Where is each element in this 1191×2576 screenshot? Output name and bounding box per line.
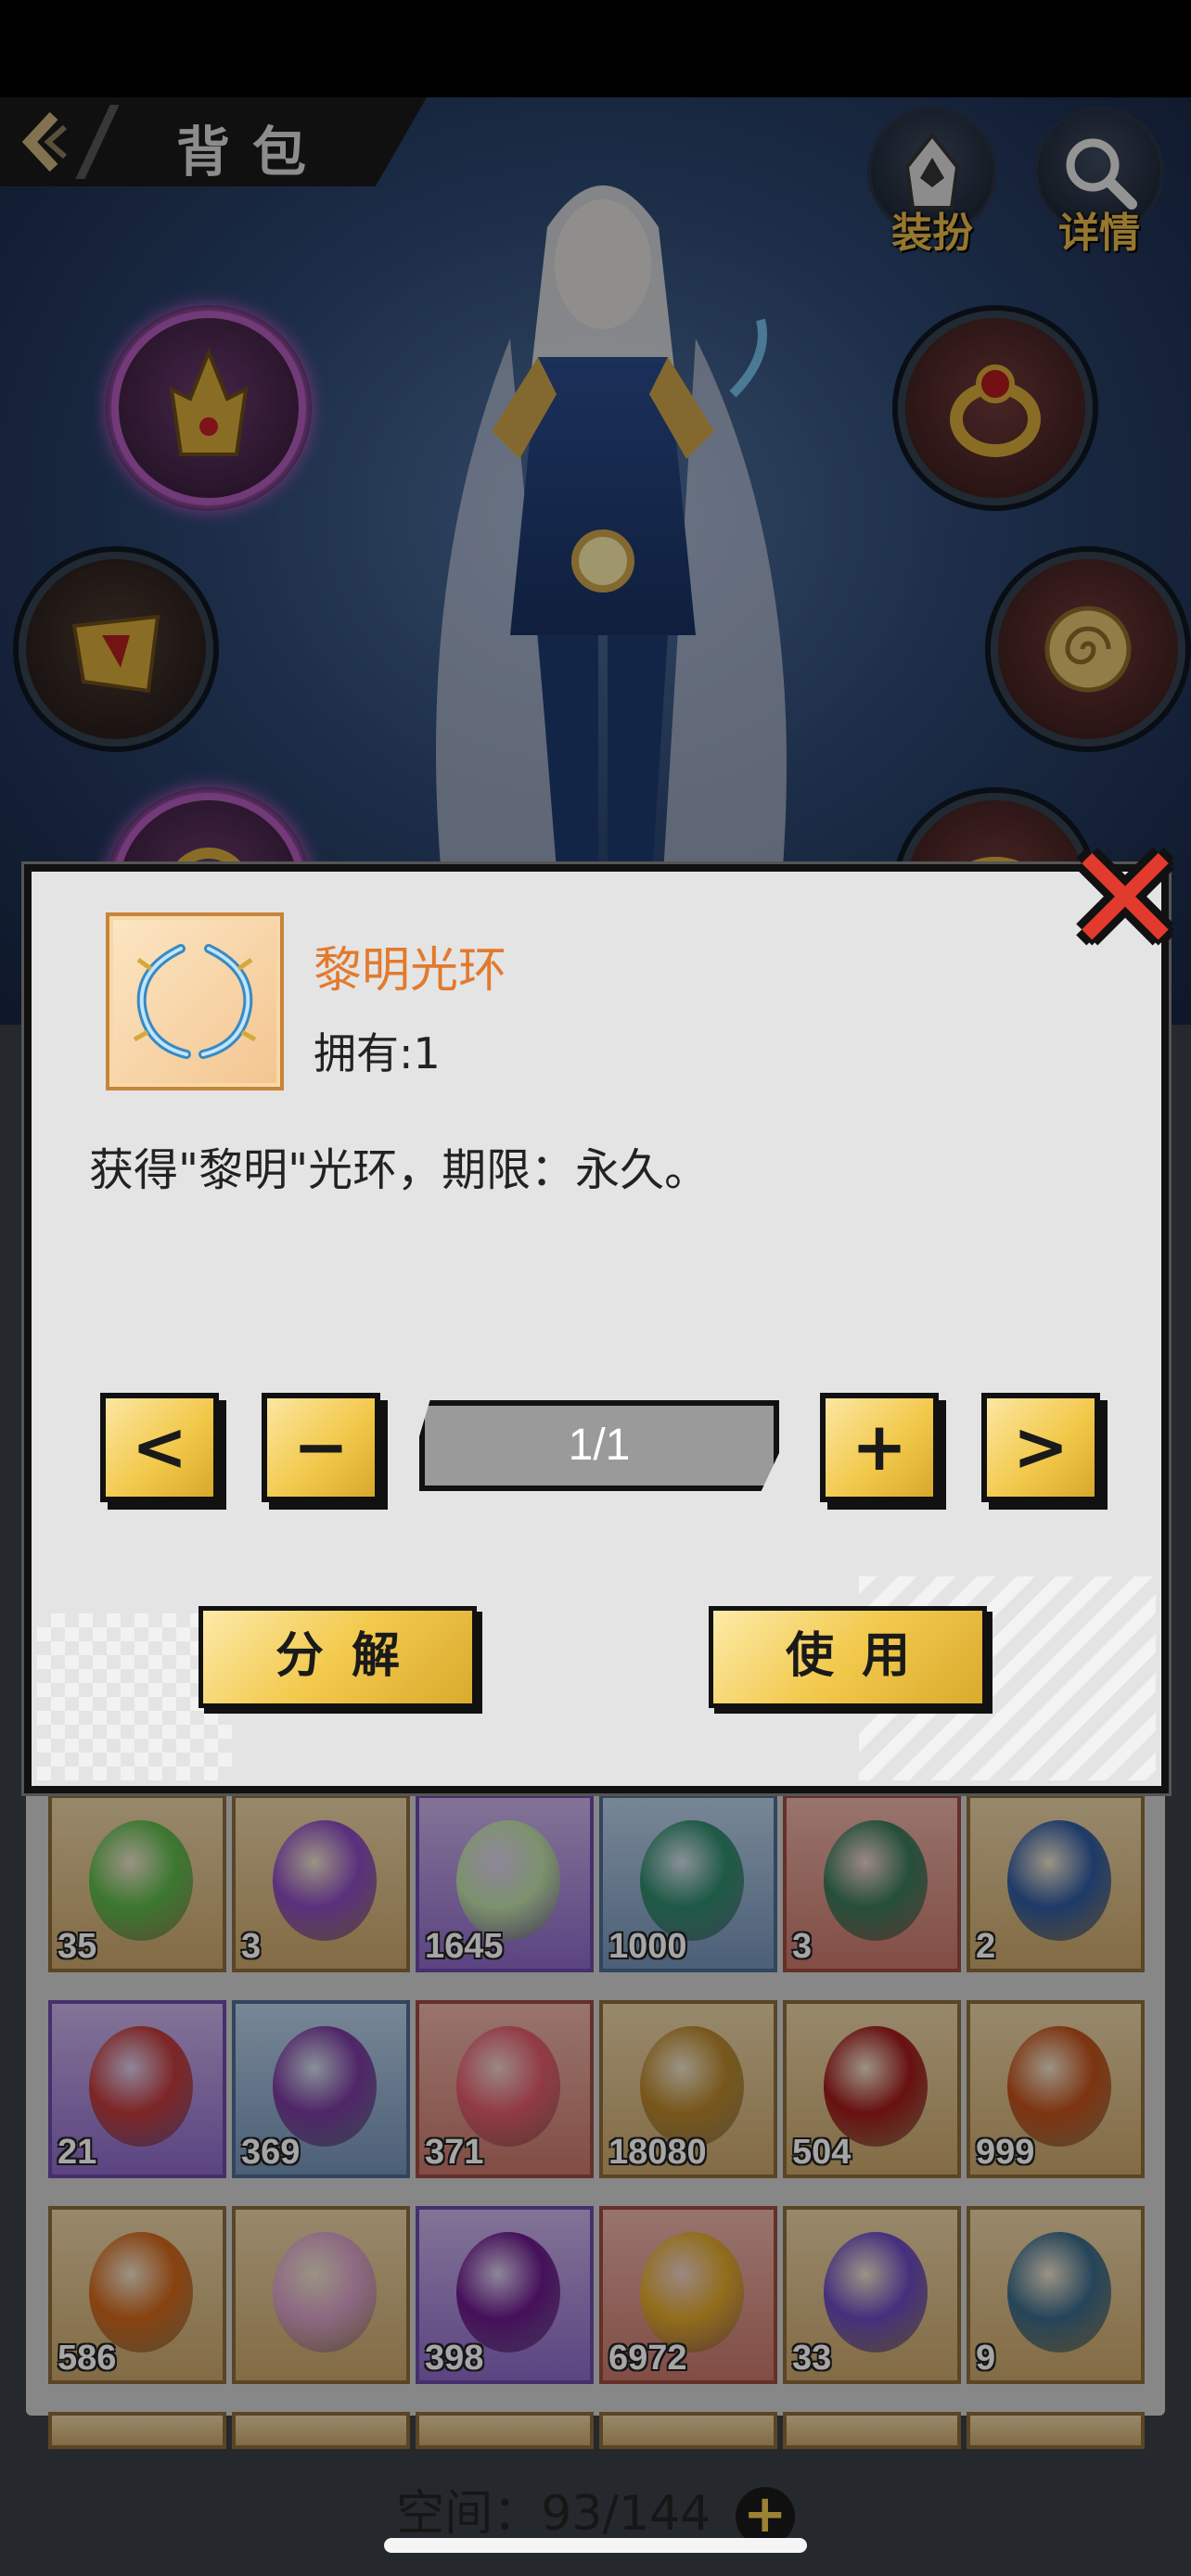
page-title: 背包	[176, 121, 329, 184]
inventory-slot[interactable]: 504	[783, 2000, 961, 2178]
inventory-slot[interactable]: 369	[232, 2000, 410, 2178]
golden-drop-icon	[640, 2232, 744, 2353]
inventory-slot[interactable]: 33	[783, 2206, 961, 2384]
dress-up-button[interactable]: 装扮	[863, 107, 1002, 256]
inventory-slot[interactable]: 18080	[599, 2000, 777, 2178]
equip-slot-ring[interactable]	[898, 311, 1093, 505]
gold-nugget-icon	[640, 2026, 744, 2147]
increase-quantity-button[interactable]: +	[820, 1393, 939, 1502]
amber-orb-icon	[1007, 2026, 1111, 2147]
item-count: 9	[976, 2339, 996, 2378]
inventory-slot[interactable]: 371	[416, 2000, 594, 2178]
inventory-slot[interactable]: 586	[48, 2206, 226, 2384]
item-count: 21	[58, 2133, 97, 2172]
item-count: 3	[792, 1927, 813, 1966]
item-count: 371	[425, 2133, 484, 2172]
back-button[interactable]	[17, 110, 72, 173]
inventory-slot[interactable]	[48, 2412, 226, 2449]
inventory-slot[interactable]: 1645	[416, 1794, 594, 1972]
capacity-label: 空间：93/144	[396, 2486, 711, 2542]
inventory-slot[interactable]: 9	[967, 2206, 1145, 2384]
inventory-slot[interactable]: 3	[783, 1794, 961, 1972]
jade-gem-icon	[640, 1820, 744, 1941]
meditation-card-icon	[1007, 2232, 1111, 2353]
details-button[interactable]: 详情	[1030, 107, 1169, 256]
prev-item-button[interactable]: <	[100, 1393, 219, 1502]
item-count: 586	[58, 2339, 117, 2378]
item-count: 2	[976, 1927, 996, 1966]
next-item-button[interactable]: >	[981, 1393, 1100, 1502]
inventory-slot[interactable]: 999	[967, 2000, 1145, 2178]
crimson-orb-icon	[824, 2026, 928, 2147]
inventory-slot[interactable]: 35	[48, 1794, 226, 1972]
dress-up-label: 装扮	[891, 210, 973, 256]
item-detail-dialog: 黎明光环 拥有:1 获得"黎明"光环，期限：永久。 < − 1/1 + > 分解…	[24, 864, 1169, 1793]
decompose-button[interactable]: 分解	[198, 1606, 477, 1708]
item-count: 35	[58, 1927, 97, 1966]
header-divider	[75, 105, 120, 179]
capacity-bar: 空间：93/144 +	[0, 2474, 1191, 2546]
status-bar	[0, 0, 1191, 97]
sweep-scroll-icon	[824, 1820, 928, 1941]
halo-icon	[133, 944, 257, 1059]
pink-pearl-icon	[273, 2232, 377, 2353]
item-count: 369	[241, 2133, 301, 2172]
inventory-slot[interactable]: 21	[48, 2000, 226, 2178]
inventory-slot[interactable]: 1000	[599, 1794, 777, 1972]
decrease-quantity-button[interactable]: −	[262, 1393, 380, 1502]
equip-slot-helmet[interactable]	[111, 311, 306, 505]
green-potion-icon	[89, 1820, 193, 1941]
spiral-charm-icon	[1044, 606, 1132, 693]
item-count: 18080	[608, 2133, 707, 2172]
details-label: 详情	[1058, 210, 1140, 256]
shoulder-armor-icon	[71, 614, 160, 694]
inventory-slot[interactable]: 2	[967, 1794, 1145, 1972]
item-count: 999	[976, 2133, 1035, 2172]
item-count: 3	[241, 1927, 262, 1966]
item-count: 1645	[425, 1927, 504, 1966]
equip-slot-shoulder[interactable]	[19, 552, 213, 746]
close-dialog-button[interactable]: ✕	[1063, 825, 1187, 974]
inventory-slot[interactable]	[232, 2412, 410, 2449]
inventory-slot[interactable]	[967, 2412, 1145, 2449]
crown-icon	[169, 347, 249, 456]
violet-orb-icon	[456, 2232, 560, 2353]
inventory-slot[interactable]: 398	[416, 2206, 594, 2384]
red-scroll-icon	[89, 2026, 193, 2147]
inventory-slot[interactable]	[599, 2412, 777, 2449]
use-button[interactable]: 使用	[709, 1606, 987, 1708]
home-indicator	[384, 2538, 807, 2553]
inventory-slot[interactable]: 6972	[599, 2206, 777, 2384]
quantity-indicator: 1/1	[419, 1400, 779, 1491]
item-description: 获得"黎明"光环，期限：永久。	[89, 1144, 710, 1196]
ring-icon	[950, 364, 1041, 457]
orange-orb-icon	[89, 2232, 193, 2353]
guide-scroll-icon	[1007, 1820, 1111, 1941]
item-icon-frame	[106, 912, 284, 1090]
red-orb-icon	[456, 2026, 560, 2147]
purple-potion-icon	[273, 1820, 377, 1941]
purple-scroll-icon	[273, 2026, 377, 2147]
item-count: 33	[792, 2339, 832, 2378]
item-count: 6972	[608, 2339, 687, 2378]
cosmic-orb-icon	[824, 2232, 928, 2353]
inventory-slot[interactable]	[416, 2412, 594, 2449]
inventory-slot[interactable]: 3	[232, 1794, 410, 1972]
item-count: 398	[425, 2339, 484, 2378]
inventory-slot[interactable]	[783, 2412, 961, 2449]
header-bar: 背包	[0, 97, 427, 186]
item-count: 1000	[608, 1927, 687, 1966]
inventory-slot[interactable]	[232, 2206, 410, 2384]
chevron-left-icon	[21, 111, 67, 172]
banknote-icon	[456, 1820, 560, 1941]
equip-slot-charm[interactable]	[991, 552, 1185, 746]
item-count: 504	[792, 2133, 852, 2172]
item-owned-count: 拥有:1	[314, 1028, 441, 1078]
item-name: 黎明光环	[314, 943, 507, 999]
